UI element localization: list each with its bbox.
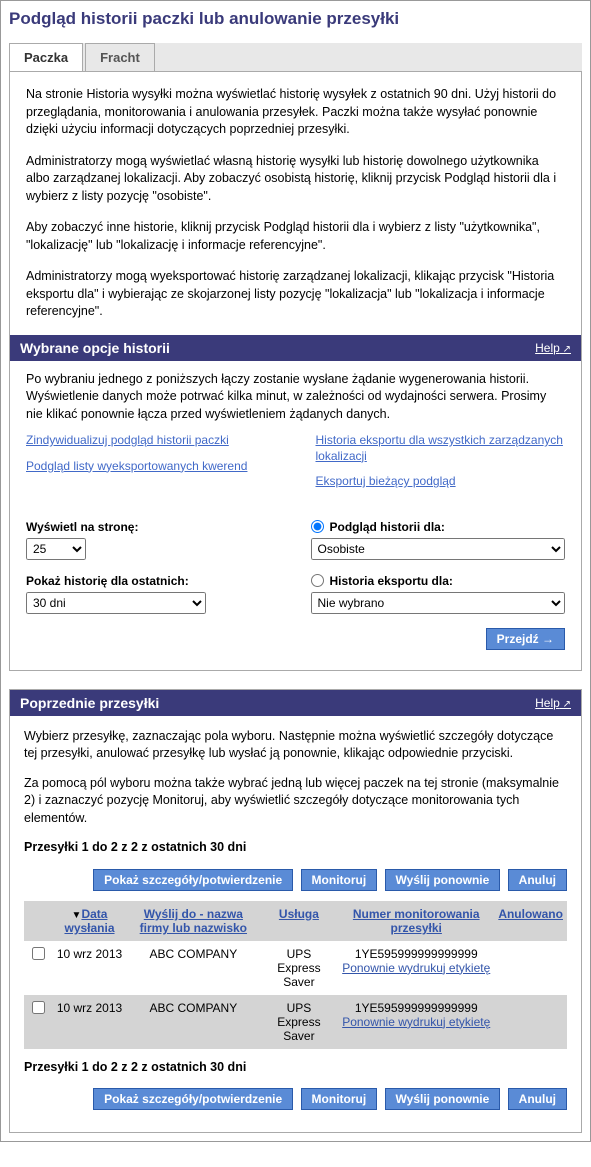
reprint-label-link[interactable]: Ponownie wydrukuj etykietę — [342, 961, 490, 975]
shipments-count-top: Przesyłki 1 do 2 z 2 z ostatnich 30 dni — [24, 839, 567, 857]
intro-p3: Aby zobaczyć inne historie, kliknij przy… — [26, 219, 565, 254]
link-export-all-locations[interactable]: Historia eksportu dla wszystkich zarządz… — [316, 433, 566, 464]
cell-date: 10 wrz 2013 — [52, 995, 127, 1049]
prev-shipments-p2: Za pomocą pól wyboru można także wybrać … — [24, 775, 567, 828]
export-history-for-select[interactable]: Nie wybrano — [311, 592, 566, 614]
resend-button[interactable]: Wyślij ponownie — [385, 1088, 501, 1110]
export-history-for-radio[interactable] — [311, 574, 324, 587]
tabs: Paczka Fracht — [9, 43, 582, 72]
history-options-header: Wybrane opcje historii Help — [10, 335, 581, 361]
help-link[interactable]: Help — [535, 341, 571, 355]
cell-tracking: 1YE595999999999999 — [342, 947, 490, 961]
cell-shipto: ABC COMPANY — [127, 995, 260, 1049]
view-history-for-radio[interactable] — [311, 520, 324, 533]
col-tracking[interactable]: Numer monitorowania przesyłki — [353, 907, 480, 935]
help-link[interactable]: Help — [535, 696, 571, 710]
tab-fracht[interactable]: Fracht — [85, 43, 155, 71]
show-history-select[interactable]: 30 dni — [26, 592, 206, 614]
cancel-button[interactable]: Anuluj — [508, 1088, 567, 1110]
table-row: 10 wrz 2013 ABC COMPANY UPS Express Save… — [24, 995, 567, 1049]
cell-date: 10 wrz 2013 — [52, 941, 127, 995]
history-options-title: Wybrane opcje historii — [20, 340, 170, 356]
intro-p1: Na stronie Historia wysyłki można wyświe… — [26, 86, 565, 139]
link-exported-queries[interactable]: Podgląd listy wyeksportowanych kwerend — [26, 459, 276, 475]
link-customize-view[interactable]: Zindywidualizuj podgląd historii paczki — [26, 433, 276, 449]
show-history-label: Pokaż historię dla ostatnich: — [26, 574, 281, 588]
previous-shipments-panel: Poprzednie przesyłki Help Wybierz przesy… — [9, 689, 582, 1134]
cell-shipto: ABC COMPANY — [127, 941, 260, 995]
cell-tracking: 1YE595999999999999 — [342, 1001, 490, 1015]
show-details-button[interactable]: Pokaż szczegóły/potwierdzenie — [93, 869, 293, 891]
intro-p4: Administratorzy mogą wyeksportować histo… — [26, 268, 565, 321]
display-per-page-select[interactable]: 25 — [26, 538, 86, 560]
track-button[interactable]: Monitoruj — [301, 869, 378, 891]
track-button[interactable]: Monitoruj — [301, 1088, 378, 1110]
intro-text: Na stronie Historia wysyłki można wyświe… — [26, 86, 565, 321]
history-options-note: Po wybraniu jednego z poniższych łączy z… — [26, 371, 565, 424]
show-details-button[interactable]: Pokaż szczegóły/potwierdzenie — [93, 1088, 293, 1110]
table-row: 10 wrz 2013 ABC COMPANY UPS Express Save… — [24, 941, 567, 995]
resend-button[interactable]: Wyślij ponownie — [385, 869, 501, 891]
go-button[interactable]: Przejdź — [486, 628, 565, 650]
tab-content: Na stronie Historia wysyłki można wyświe… — [9, 72, 582, 671]
row-checkbox[interactable] — [32, 947, 45, 960]
cell-service: UPS Express Saver — [260, 995, 338, 1049]
cell-service: UPS Express Saver — [260, 941, 338, 995]
prev-shipments-p1: Wybierz przesyłkę, zaznaczając pola wybo… — [24, 728, 567, 763]
col-shipto[interactable]: Wyślij do - nazwa firmy lub nazwisko — [140, 907, 247, 935]
export-history-for-label: Historia eksportu dla: — [330, 574, 453, 588]
action-buttons-top: Pokaż szczegóły/potwierdzenie Monitoruj … — [24, 869, 567, 891]
previous-shipments-title: Poprzednie przesyłki — [20, 695, 159, 711]
shipments-count-bottom: Przesyłki 1 do 2 z 2 z ostatnich 30 dni — [24, 1059, 567, 1077]
shipments-table: Data wysłania Wyślij do - nazwa firmy lu… — [24, 901, 567, 1049]
tab-paczka[interactable]: Paczka — [9, 43, 83, 71]
reprint-label-link[interactable]: Ponownie wydrukuj etykietę — [342, 1015, 490, 1029]
view-history-for-label: Podgląd historii dla: — [330, 520, 445, 534]
row-checkbox[interactable] — [32, 1001, 45, 1014]
cancel-button[interactable]: Anuluj — [508, 869, 567, 891]
page-title: Podgląd historii paczki lub anulowanie p… — [9, 9, 582, 29]
sort-indicator-icon — [72, 907, 82, 921]
link-export-current-view[interactable]: Eksportuj bieżący podgląd — [316, 474, 566, 490]
display-per-page-label: Wyświetl na stronę: — [26, 520, 281, 534]
intro-p2: Administratorzy mogą wyświetlać własną h… — [26, 153, 565, 206]
col-cancelled[interactable]: Anulowano — [498, 907, 563, 921]
action-buttons-bottom: Pokaż szczegóły/potwierdzenie Monitoruj … — [24, 1088, 567, 1110]
view-history-for-select[interactable]: Osobiste — [311, 538, 566, 560]
col-service[interactable]: Usługa — [279, 907, 319, 921]
